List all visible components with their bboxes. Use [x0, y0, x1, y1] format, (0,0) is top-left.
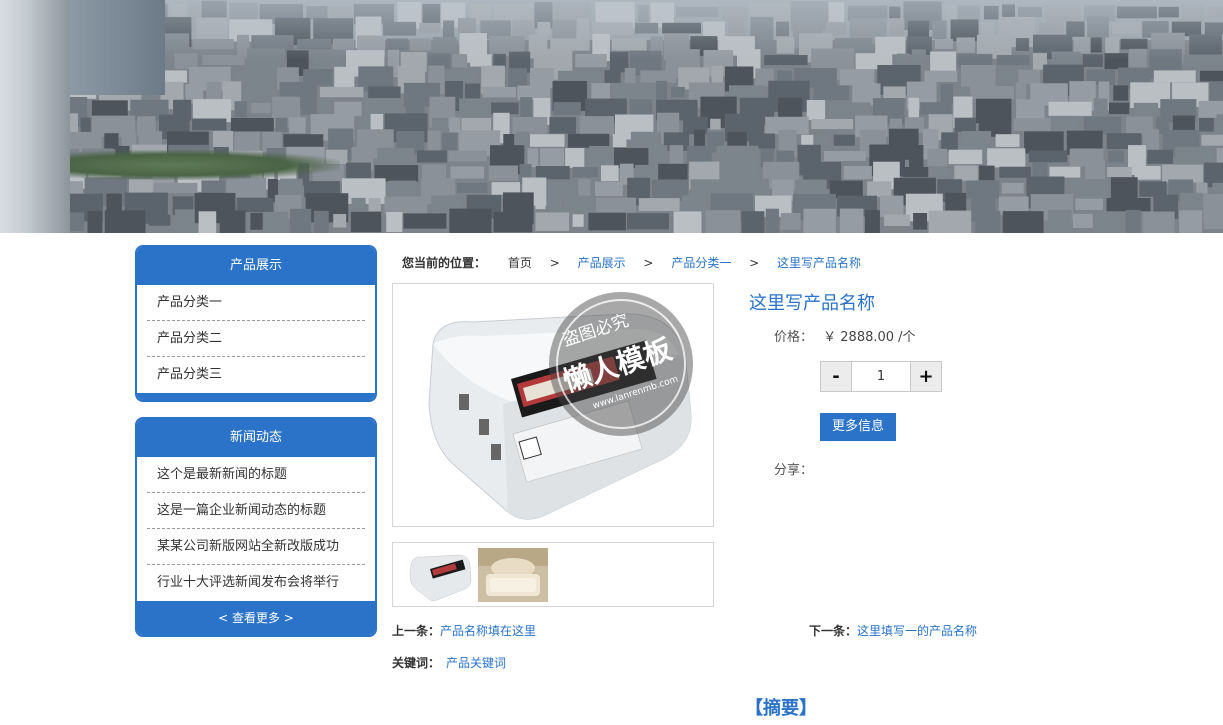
product-thumbnail[interactable]	[478, 548, 548, 602]
breadcrumb-category-link[interactable]: 产品分类一	[671, 256, 731, 270]
previous-item: 上一条：产品名称填在这里	[392, 622, 536, 639]
breadcrumb: 您当前的位置： 首页 > 产品展示 > 产品分类一 > 这里写产品名称	[402, 254, 861, 270]
breadcrumb-products-link[interactable]: 产品展示	[578, 256, 626, 270]
header-banner-image	[0, 0, 1223, 233]
keyword-link[interactable]: 产品关键词	[446, 656, 506, 670]
news-panel-title: 新闻动态	[137, 419, 375, 457]
quantity-increase-button[interactable]: +	[910, 362, 941, 391]
product-category-item[interactable]: 产品分类二	[147, 321, 365, 357]
previous-item-link[interactable]: 产品名称填在这里	[440, 624, 536, 638]
news-item[interactable]: 行业十大评选新闻发布会将举行	[147, 565, 365, 601]
next-item: 下一条：这里填写一的产品名称	[809, 622, 977, 639]
next-item-link[interactable]: 这里填写一的产品名称	[857, 624, 977, 638]
breadcrumb-label: 您当前的位置：	[402, 256, 487, 270]
price-label: 价格：	[774, 330, 814, 345]
next-label: 下一条：	[809, 624, 858, 638]
product-title: 这里写产品名称	[749, 293, 875, 314]
price-row: 价格： ￥ 2888.00 /个	[774, 326, 916, 345]
panel-footer	[137, 393, 375, 400]
price-value: ￥ 2888.00 /个	[823, 330, 916, 345]
keywords-row: 关键词： 产品关键词	[392, 654, 506, 671]
breadcrumb-current-item[interactable]: 这里写产品名称	[777, 256, 861, 270]
summary-heading: 【摘要】	[745, 698, 817, 719]
product-main-image[interactable]: 盗图必究 懒人模板 www.lanrenmb.com	[392, 283, 714, 527]
view-more-news-link[interactable]: < 查看更多 >	[137, 601, 375, 635]
share-label: 分享：	[774, 463, 814, 478]
previous-label: 上一条：	[392, 624, 441, 638]
keywords-label: 关键词：	[392, 656, 441, 670]
product-category-item[interactable]: 产品分类三	[147, 357, 365, 393]
breadcrumb-separator: >	[549, 256, 560, 270]
product-thumbnail-strip	[392, 542, 714, 607]
quantity-decrease-button[interactable]: -	[821, 362, 852, 391]
quantity-input[interactable]	[852, 362, 910, 391]
product-category-panel: 产品展示 产品分类一 产品分类二 产品分类三	[135, 245, 377, 402]
breadcrumb-home-link[interactable]: 首页	[508, 256, 532, 270]
quantity-stepper: - +	[820, 361, 942, 392]
product-category-list: 产品分类一 产品分类二 产品分类三	[137, 285, 375, 393]
news-item[interactable]: 某某公司新版网站全新改版成功	[147, 529, 365, 565]
product-category-title: 产品展示	[137, 247, 375, 285]
news-list: 这个是最新新闻的标题 这是一篇企业新闻动态的标题 某某公司新版网站全新改版成功 …	[137, 457, 375, 601]
more-info-button[interactable]: 更多信息	[820, 413, 896, 441]
product-category-item[interactable]: 产品分类一	[147, 285, 365, 321]
product-thumbnail[interactable]	[403, 548, 473, 602]
breadcrumb-separator: >	[643, 256, 654, 270]
news-item[interactable]: 这是一篇企业新闻动态的标题	[147, 493, 365, 529]
breadcrumb-separator: >	[749, 256, 760, 270]
news-item[interactable]: 这个是最新新闻的标题	[147, 457, 365, 493]
news-panel: 新闻动态 这个是最新新闻的标题 这是一篇企业新闻动态的标题 某某公司新版网站全新…	[135, 417, 377, 637]
